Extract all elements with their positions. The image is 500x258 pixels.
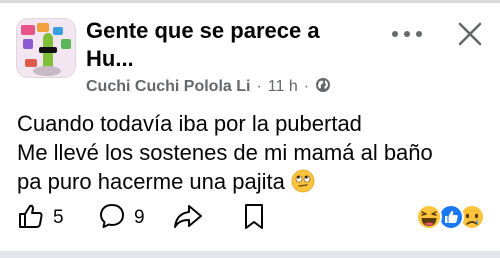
share-arrow-icon (172, 202, 204, 235)
top-divider (0, 0, 500, 3)
like-count: 5 (53, 207, 64, 228)
group-name-line-1: Gente que se parece a (86, 18, 320, 43)
bookmark-icon (242, 202, 266, 235)
reactions-summary[interactable] (414, 201, 486, 233)
more-options-icon[interactable] (392, 28, 422, 40)
post-body-line-3-row: pa puro hacerme una pajita (17, 167, 487, 200)
globe-icon (315, 77, 331, 98)
post-body: Cuando todavía iba por la pubertad Me ll… (17, 109, 487, 200)
share-button[interactable] (172, 203, 204, 233)
like-button[interactable]: 5 (17, 203, 64, 233)
like-reaction-icon (438, 204, 464, 230)
group-avatar[interactable] (16, 18, 76, 78)
thumbs-up-icon (17, 202, 45, 235)
post-body-line-2: Me llevé los sostenes de mi mamá al baño (17, 140, 433, 165)
comment-button[interactable]: 9 (98, 203, 145, 233)
post-body-line-1: Cuando todavía iba por la pubertad (17, 111, 362, 136)
post-meta: Cuchi Cuchi Polola Li · 11 h · (86, 77, 331, 97)
comment-count: 9 (134, 207, 145, 228)
group-name-line-2: Hu... (86, 46, 134, 71)
close-icon[interactable] (456, 20, 484, 48)
rolling-eyes-emoji-icon (291, 169, 315, 200)
save-button[interactable] (242, 203, 266, 233)
haha-reaction-icon (416, 204, 442, 230)
meta-separator-2: · (303, 78, 310, 95)
post-timestamp[interactable]: 11 h (268, 78, 298, 96)
post-body-line-3: pa puro hacerme una pajita (17, 169, 285, 194)
bottom-divider (0, 251, 500, 258)
author-name[interactable]: Cuchi Cuchi Polola Li (86, 78, 250, 96)
meta-separator: · (256, 78, 262, 95)
comment-bubble-icon (98, 202, 126, 235)
group-name[interactable]: Gente que se parece a Hu... (86, 17, 376, 73)
